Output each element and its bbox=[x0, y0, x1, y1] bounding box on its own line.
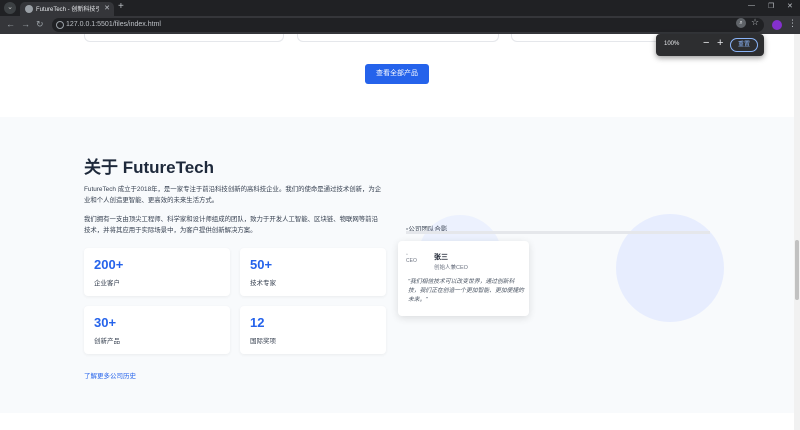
ceo-quote-card: ▫ CEO 张三 创始人兼CEO "我们相信技术可以改变世界，通过创新科技，我们正… bbox=[398, 241, 529, 316]
tab-title: FutureTech - 创新科技引领未来 bbox=[36, 7, 100, 13]
about-title: 关于 FutureTech bbox=[84, 158, 215, 177]
stat-label: 企业客户 bbox=[94, 280, 120, 287]
about-paragraph-1: FutureTech 成立于2018年，是一家专注于前沿科技创新的高科技企业。我… bbox=[84, 186, 382, 204]
zoom-out-button[interactable]: − bbox=[703, 37, 709, 49]
address-bar: ← → ↻ 127.0.0.1:5501/files/index.html ⌕ … bbox=[0, 16, 800, 34]
browser-menu-icon[interactable]: ⋮ bbox=[788, 18, 797, 29]
zoom-icon[interactable]: ⌕ bbox=[736, 18, 746, 28]
zoom-reset-button[interactable]: 重置 bbox=[730, 38, 758, 52]
stat-card: 200+ 企业客户 bbox=[84, 248, 230, 296]
browser-tab[interactable]: FutureTech - 创新科技引领未来 ✕ bbox=[20, 2, 114, 16]
zoom-popup: 100% − + 重置 bbox=[656, 34, 764, 56]
bookmark-star-icon[interactable]: ☆ bbox=[751, 17, 759, 28]
quote-author-role: 创始人兼CEO bbox=[434, 265, 468, 271]
about-section: 关于 FutureTech FutureTech 成立于2018年，是一家专注于… bbox=[0, 117, 800, 413]
back-icon[interactable]: ← bbox=[6, 19, 15, 29]
company-history-link[interactable]: 了解更多公司历史 bbox=[84, 370, 136, 380]
restore-icon[interactable]: ❐ bbox=[768, 2, 774, 10]
page-scrollbar[interactable] bbox=[794, 34, 800, 430]
avatar: ▫ CEO bbox=[406, 252, 424, 270]
site-info-icon[interactable] bbox=[56, 21, 64, 29]
reload-icon[interactable]: ↻ bbox=[36, 19, 44, 30]
stat-number: 50+ bbox=[250, 257, 273, 272]
tab-search-icon[interactable]: ⌄ bbox=[4, 2, 16, 14]
quote-text: "我们相信技术可以改变世界，通过创新科技，我们正在创造一个更加智能、更加便捷的未… bbox=[408, 279, 524, 303]
stat-card: 50+ 技术专家 bbox=[240, 248, 386, 296]
extension-icon[interactable] bbox=[772, 20, 782, 30]
url-field[interactable]: 127.0.0.1:5501/files/index.html bbox=[52, 18, 764, 32]
url-text: 127.0.0.1:5501/files/index.html bbox=[66, 21, 161, 28]
about-paragraph-2: 我们拥有一支由顶尖工程师、科学家和设计师组成的团队，致力于开发人工智能、区块链、… bbox=[84, 216, 378, 234]
forward-icon[interactable]: → bbox=[21, 19, 30, 29]
stat-label: 技术专家 bbox=[250, 280, 276, 287]
favicon-icon bbox=[25, 5, 33, 13]
next-section bbox=[0, 413, 800, 430]
minimize-icon[interactable]: — bbox=[748, 2, 755, 9]
stat-number: 200+ bbox=[94, 257, 124, 272]
avatar-alt: CEO bbox=[406, 258, 417, 264]
product-card bbox=[297, 34, 499, 42]
window-close-icon[interactable]: ✕ bbox=[787, 2, 793, 10]
tab-close-icon[interactable]: ✕ bbox=[104, 4, 110, 12]
stat-number: 30+ bbox=[94, 315, 117, 330]
stat-card: 30+ 创新产品 bbox=[84, 306, 230, 354]
zoom-level: 100% bbox=[664, 41, 680, 47]
zoom-in-button[interactable]: + bbox=[717, 37, 723, 49]
stat-label: 创新产品 bbox=[94, 338, 120, 345]
product-card bbox=[84, 34, 284, 42]
browser-tab-bar: ⌄ FutureTech - 创新科技引领未来 ✕ + — ❐ ✕ bbox=[0, 0, 800, 16]
stat-label: 国际奖项 bbox=[250, 338, 276, 345]
quote-author-name: 张三 bbox=[434, 254, 448, 261]
new-tab-button[interactable]: + bbox=[118, 1, 124, 12]
photo-frame bbox=[406, 231, 710, 234]
stat-number: 12 bbox=[250, 315, 265, 330]
page-viewport: 查看全部产品 关于 FutureTech FutureTech 成立于2018年… bbox=[0, 34, 800, 430]
view-all-products-button[interactable]: 查看全部产品 bbox=[365, 64, 429, 84]
stat-card: 12 国际奖项 bbox=[240, 306, 386, 354]
scrollbar-thumb[interactable] bbox=[795, 240, 799, 300]
